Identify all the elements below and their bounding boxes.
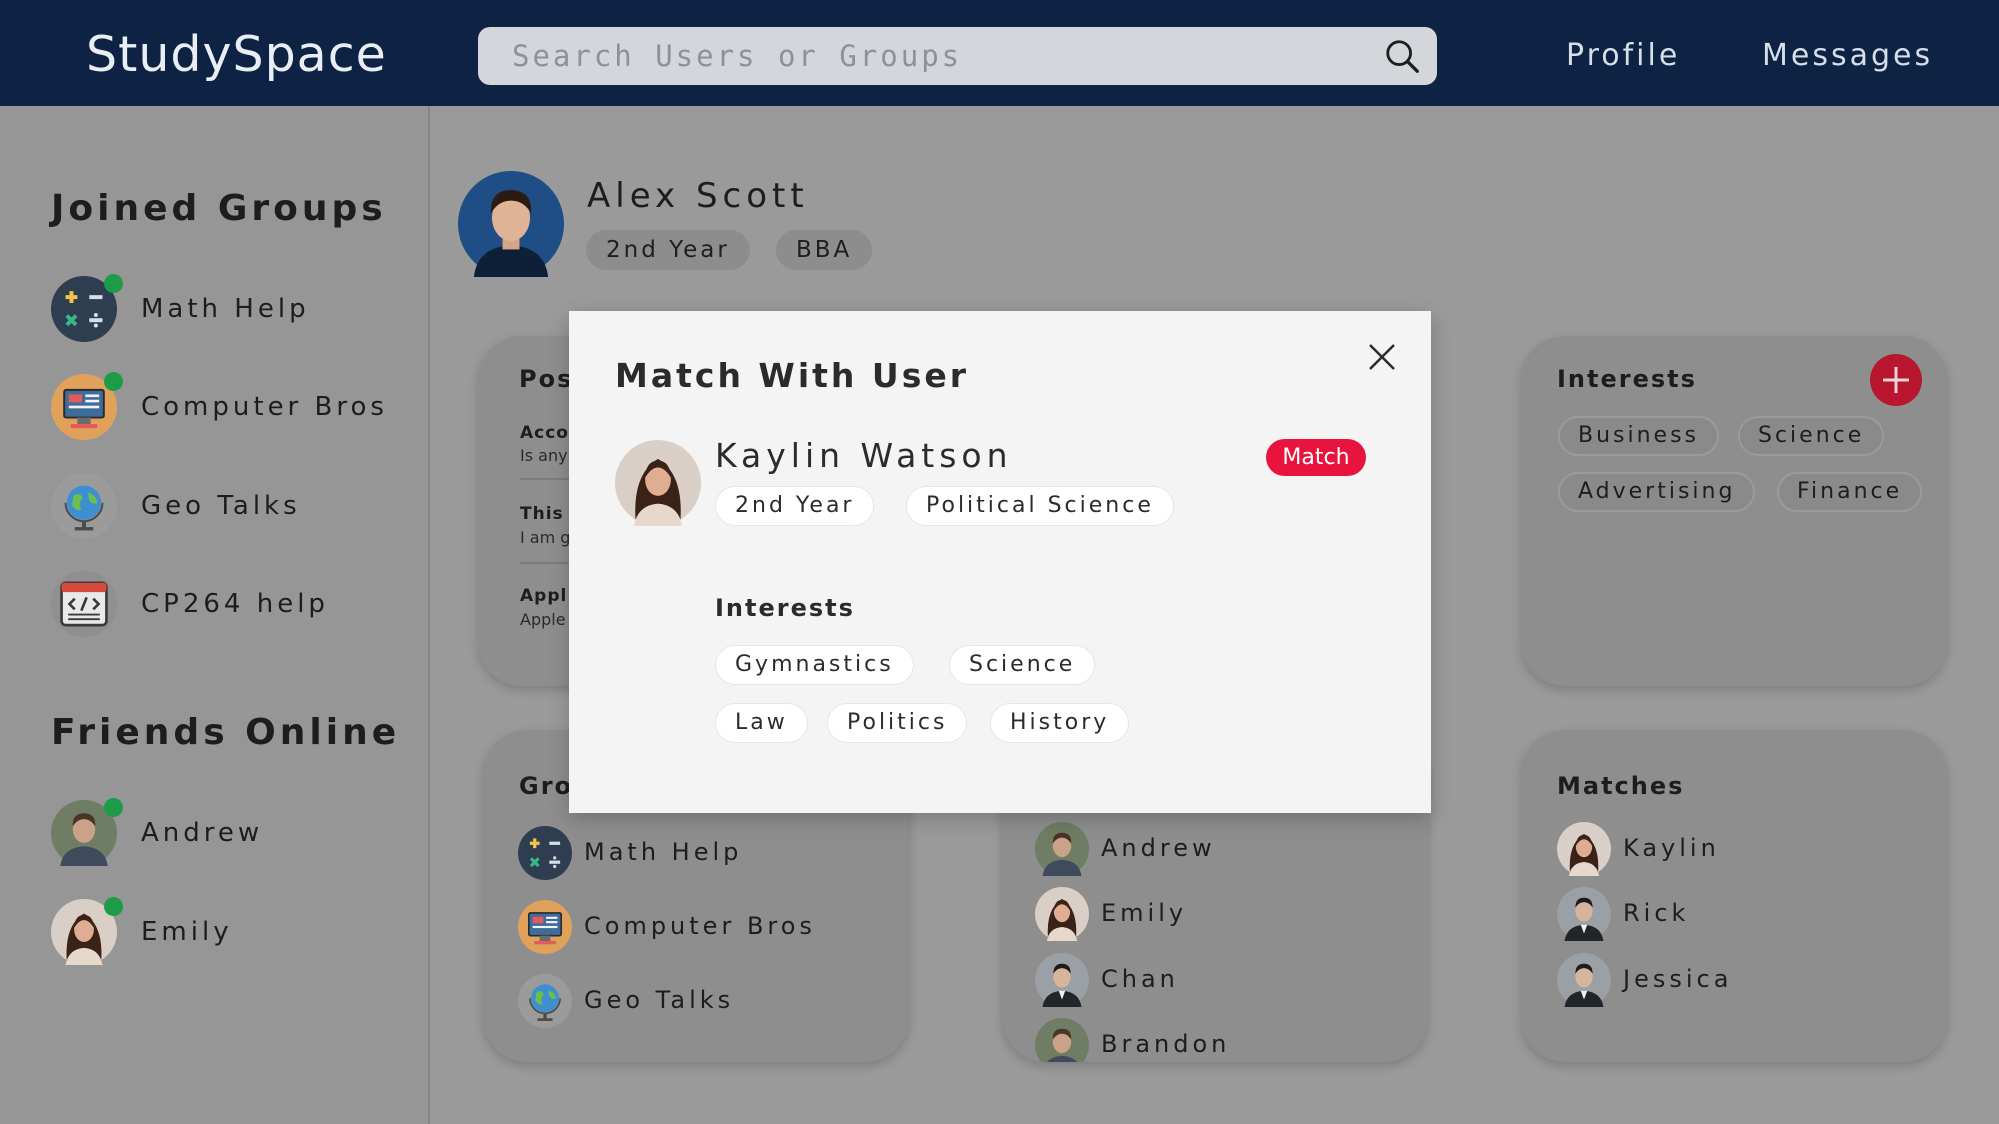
sidebar: Joined Groups Math Help Computer Bros Ge… (0, 106, 430, 1124)
close-modal-button[interactable] (1364, 339, 1400, 375)
nav-messages-link[interactable]: Messages (1762, 38, 1933, 73)
group-item-math-help[interactable]: Math Help (518, 826, 898, 882)
online-indicator (104, 274, 123, 293)
match-user-name: Kaylin Watson (715, 436, 1013, 475)
sidebar-item-label: Computer Bros (141, 392, 388, 422)
avatar (1035, 822, 1089, 876)
sidebar-item-label: CP264 help (141, 589, 329, 619)
match-modal: Match With User Kaylin Watson Match 2nd … (569, 311, 1431, 813)
joined-groups-title: Joined Groups (51, 188, 387, 229)
computer-icon (518, 900, 572, 954)
profile-avatar (458, 171, 564, 277)
math-icon (518, 826, 572, 880)
interest-tag: Business (1558, 416, 1720, 456)
group-item-label: Math Help (584, 838, 743, 866)
match-user-program-chip: Political Science (906, 486, 1174, 526)
match-interest-tag: Politics (827, 703, 968, 743)
match-interest-tag: Gymnastics (715, 645, 914, 685)
globe-icon (51, 473, 117, 539)
friend-item-label: Chan (1101, 965, 1179, 993)
friend-item-emily[interactable]: Emily (1035, 887, 1415, 943)
match-interest-tag: Science (949, 645, 1096, 685)
group-item-computer-bros[interactable]: Computer Bros (518, 900, 898, 956)
friend-item-andrew[interactable]: Andrew (1035, 822, 1415, 878)
sidebar-item-label: Math Help (141, 294, 310, 324)
close-icon (1369, 344, 1395, 370)
interest-tag: Science (1738, 416, 1885, 456)
matches-card: Matches Kaylin Rick Jessica (1521, 730, 1947, 1062)
match-user-avatar (615, 440, 701, 526)
friend-item-label: Emily (1101, 899, 1188, 927)
friend-item-chan[interactable]: Chan (1035, 953, 1415, 1009)
sidebar-friend-andrew[interactable]: Andrew (51, 798, 421, 866)
profile-program-chip: BBA (776, 230, 873, 270)
avatar (1035, 1018, 1089, 1062)
avatar (1035, 887, 1089, 941)
friend-item-brandon[interactable]: Brandon (1035, 1018, 1415, 1062)
sidebar-item-label: Andrew (141, 818, 264, 848)
match-item-label: Kaylin (1623, 834, 1720, 862)
sidebar-group-math-help[interactable]: Math Help (51, 274, 421, 342)
match-item-label: Jessica (1623, 965, 1733, 993)
add-interest-button[interactable] (1870, 354, 1922, 406)
posts-card-title: Pos (519, 365, 574, 393)
interests-card: Interests Business Science Advertising F… (1521, 336, 1947, 686)
sidebar-group-cp264-help[interactable]: CP264 help (51, 571, 421, 637)
nav-profile-link[interactable]: Profile (1566, 38, 1680, 73)
interest-tag: Advertising (1558, 472, 1756, 512)
avatar (1557, 887, 1611, 941)
friend-item-label: Andrew (1101, 834, 1216, 862)
online-indicator (104, 372, 123, 391)
post-heading[interactable]: Acco (520, 423, 569, 443)
interests-card-title: Interests (1557, 365, 1697, 393)
post-body: I am g (520, 528, 571, 547)
sidebar-item-label: Emily (141, 917, 233, 947)
sidebar-item-label: Geo Talks (141, 491, 301, 521)
match-item-jessica[interactable]: Jessica (1557, 953, 1937, 1009)
group-item-geo-talks[interactable]: Geo Talks (518, 974, 898, 1030)
match-item-kaylin[interactable]: Kaylin (1557, 822, 1937, 878)
match-interest-tag: Law (715, 703, 808, 743)
avatar (1557, 822, 1611, 876)
match-interests-title: Interests (715, 594, 855, 622)
search-input[interactable] (512, 27, 1352, 85)
search-bar (478, 27, 1437, 85)
avatar (1035, 953, 1089, 1007)
match-interest-tag: History (990, 703, 1130, 743)
avatar (1557, 953, 1611, 1007)
brand-logo[interactable]: StudySpace (86, 26, 387, 83)
code-icon (51, 571, 117, 637)
globe-icon (518, 974, 572, 1028)
post-heading[interactable]: Appl (520, 586, 567, 606)
friends-online-title: Friends Online (51, 712, 401, 753)
post-body: Is any (520, 446, 568, 465)
match-item-rick[interactable]: Rick (1557, 887, 1937, 943)
match-button[interactable]: Match (1266, 439, 1366, 476)
match-item-label: Rick (1623, 899, 1690, 927)
sidebar-friend-emily[interactable]: Emily (51, 897, 421, 965)
groups-card-title: Gro (519, 772, 574, 800)
sidebar-group-computer-bros[interactable]: Computer Bros (51, 372, 421, 440)
group-item-label: Computer Bros (584, 912, 816, 940)
interest-tag: Finance (1777, 472, 1923, 512)
profile-year-chip: 2nd Year (586, 230, 750, 270)
profile-name: Alex Scott (587, 176, 809, 216)
post-heading[interactable]: This (520, 504, 564, 524)
match-user-year-chip: 2nd Year (715, 486, 875, 526)
online-indicator (104, 897, 123, 916)
group-item-label: Geo Talks (584, 986, 735, 1014)
friend-item-label: Brandon (1101, 1030, 1231, 1058)
online-indicator (104, 798, 123, 817)
top-navigation-bar: StudySpace Profile Messages (0, 0, 1999, 106)
sidebar-group-geo-talks[interactable]: Geo Talks (51, 473, 421, 539)
modal-title: Match With User (615, 356, 969, 395)
post-body: Apple (520, 610, 566, 629)
matches-card-title: Matches (1557, 772, 1685, 800)
search-icon[interactable] (1383, 37, 1421, 75)
